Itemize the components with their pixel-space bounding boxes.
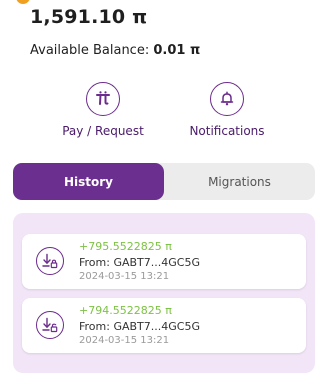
pi-icon <box>86 82 120 116</box>
available-balance-value: 0.01 π <box>153 43 201 58</box>
transaction-date: 2024-03-15 13:21 <box>79 335 170 346</box>
tab-migrations[interactable]: Migrations <box>164 163 315 200</box>
history-tabs: History Migrations <box>13 163 315 200</box>
wallet-balance: 1,591.10 π <box>30 6 148 28</box>
notifications-button[interactable]: Notifications <box>172 82 282 138</box>
transaction-item[interactable]: +794.5522825 π From: GABT7...4GC5G 2024-… <box>22 298 306 353</box>
bell-icon <box>210 82 244 116</box>
transaction-item[interactable]: +795.5522825 π From: GABT7...4GC5G 2024-… <box>22 234 306 289</box>
transaction-from: From: GABT7...4GC5G <box>79 256 200 269</box>
transaction-date: 2024-03-15 13:21 <box>79 271 170 282</box>
available-balance-label: Available Balance: <box>30 43 150 58</box>
pay-request-label: Pay / Request <box>62 124 144 138</box>
transaction-from: From: GABT7...4GC5G <box>79 320 200 333</box>
transaction-amount: +794.5522825 π <box>79 304 172 317</box>
transaction-list: +795.5522825 π From: GABT7...4GC5G 2024-… <box>13 213 315 373</box>
transaction-amount: +795.5522825 π <box>79 240 172 253</box>
available-balance: Available Balance: 0.01 π <box>30 43 200 58</box>
receive-unlocked-icon <box>36 311 64 339</box>
receive-locked-icon <box>36 247 64 275</box>
pay-request-button[interactable]: Pay / Request <box>48 82 158 138</box>
notifications-label: Notifications <box>189 124 265 138</box>
pi-coin-icon <box>16 0 30 4</box>
tab-history[interactable]: History <box>13 163 164 200</box>
